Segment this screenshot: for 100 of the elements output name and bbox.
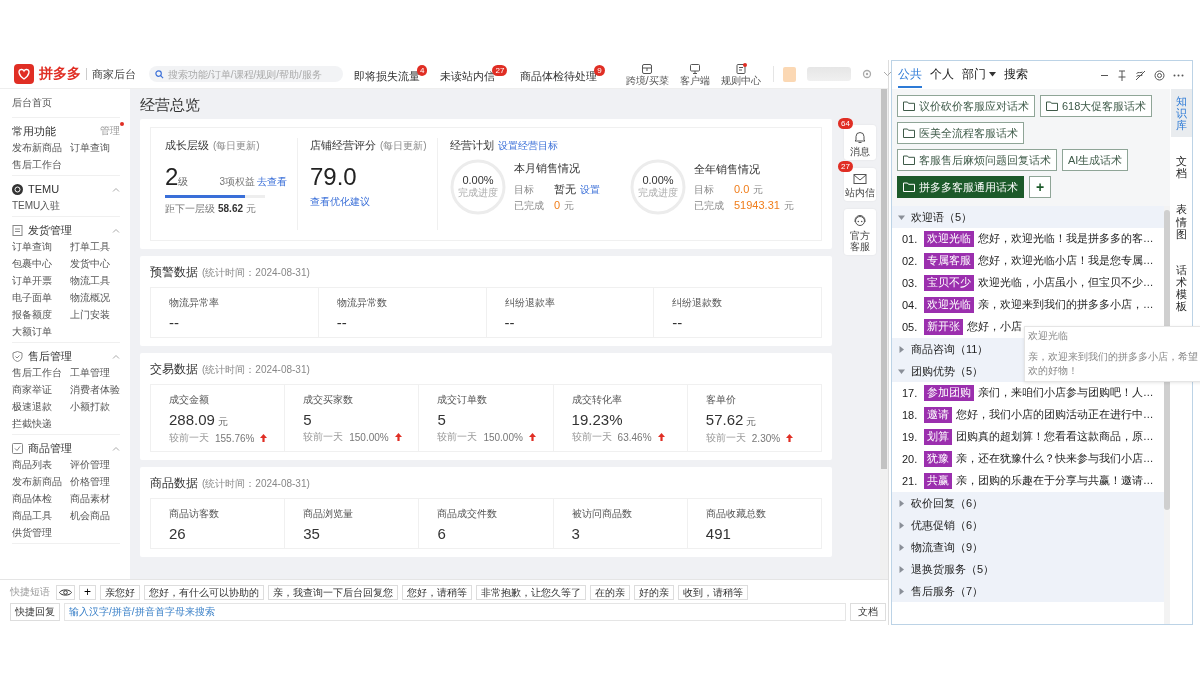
brand-name: 拼多多 [39,65,81,83]
item-number: 18. [902,409,919,421]
metric-label: 纠纷退款率 [504,296,556,310]
target-value: 0.0 [734,182,750,195]
target-label: 目标 [514,183,535,197]
metric-value: 35 [303,525,320,542]
card-title: 预警数据 [150,264,198,281]
count-badge: 64 [838,118,853,129]
benefits-label: 3项权益 [219,175,255,189]
metric-label: 商品浏览量 [303,507,355,521]
phrase-tag: 宝贝不少 [924,275,974,291]
change-percent: 63.46% [617,431,652,443]
unit-label: 元 [753,182,764,197]
metric-label: 物流异常数 [336,296,388,310]
item-number: 02. [902,255,919,267]
target-label: 目标 [694,182,715,197]
completed-value: 0 [554,199,561,211]
metric-value: 19.23% [571,411,623,428]
next-level-label: 距下一层级 [165,202,215,216]
metric-label: 客单价 [705,393,737,407]
count-badge: 27 [838,161,853,172]
item-number: 17. [902,387,919,399]
sales-title: 全年销售情况 [694,161,761,177]
phrase-tag: 欢迎光临 [924,297,974,313]
item-number: 20. [902,453,919,465]
metric-value: 5 [303,411,312,428]
card-title: 店铺经营评分 [310,138,376,153]
unit-label: 元 [217,415,228,429]
metric-value: -- [336,314,347,331]
growth-level-value: 2 [165,163,179,191]
group-title: 砍价回复（6） [911,495,984,511]
tooltip-text: 欢的好物！ [1028,364,1079,378]
group-title: 售后服务（7） [911,583,984,599]
item-number: 04. [902,299,919,311]
metric-label: 商品收藏总数 [705,507,767,521]
metric-value: 57.62 [705,411,744,428]
metric-value: -- [504,314,515,331]
group-title: 商品咨询（11） [911,341,989,357]
metric-label: 成交订单数 [437,393,489,407]
change-percent: 155.76% [215,432,255,444]
completed-value: 51943.31 [734,198,780,211]
unit-label: 元 [246,202,257,216]
change-percent: 150.00% [483,431,523,443]
card-title: 商品数据 [150,475,198,492]
target-value: 暂无 [554,182,576,197]
metric-label: 商品访客数 [169,507,220,521]
phrase-tag: 划算 [924,429,952,445]
item-number: 21. [902,475,919,487]
metric-value: 3 [571,525,580,542]
completion-percent: 0.00% [462,174,494,186]
stat-time-note: (统计时间：2024-08-31) [202,266,310,280]
quick-phrases-label: 快捷短语 [10,585,50,599]
unit-label: 元 [783,198,794,213]
metric-label: 成交金额 [169,393,210,407]
completion-label: 完成进度 [458,186,498,200]
brand-subtitle: 商家后台 [92,66,136,82]
change-percent: 2.30% [751,432,781,444]
metric-value: 26 [169,525,186,542]
unit-label: 级 [178,176,189,189]
stat-time-note: (统计时间：2024-08-31) [202,363,310,377]
completed-label: 已完成 [694,198,725,213]
metric-label: 成交买家数 [303,393,355,407]
phrase-tag: 犹豫 [924,451,952,467]
tooltip-title: 欢迎光临 [1028,329,1069,343]
metric-value: -- [672,314,683,331]
score-value: 79.0 [310,163,358,191]
metric-label: 物流异常率 [169,296,220,310]
phrase-text: 您好，欢迎光临小店！我是您专属… [978,254,1154,268]
item-number: 19. [902,431,919,443]
page-title: 经营总览 [140,95,201,115]
phrase-text: 亲，欢迎来到我们的拼多多小店，… [978,298,1154,312]
phrase-text: 您好，欢迎光临！我是拼多多的客… [978,232,1154,246]
group-title: 优惠促销（6） [911,517,984,533]
group-title: 欢迎语（5） [911,209,973,225]
metric-label: 成交转化率 [571,393,623,407]
metric-value: 288.09 [169,411,215,428]
stat-time-note: (统计时间：2024-08-31) [202,477,310,491]
next-level-amount: 58.62 [218,203,244,214]
card-title: 交易数据 [150,361,198,378]
metric-value: 491 [705,525,731,542]
phrase-text: 亲，还在犹豫什么？快来参与我们小店… [956,452,1154,466]
tooltip-text: 亲，欢迎来到我们的拼多多小店，希望 [1028,350,1199,364]
item-number: 05. [902,321,919,333]
group-title: 团购优势（5） [911,363,984,379]
metric-label: 被访问商品数 [571,507,633,521]
completion-label: 完成进度 [638,186,678,200]
sales-title: 本月销售情况 [514,161,581,176]
phrase-text: 您好，我们小店的团购活动正在进行中… [956,408,1154,422]
metric-value: 5 [437,411,446,428]
metric-label: 纠纷退款数 [672,296,724,310]
metric-label: 商品成交件数 [437,507,499,521]
update-note: (每日更新) [213,139,260,153]
phrase-tag: 新开张 [924,319,963,335]
item-number: 01. [902,233,919,245]
phrase-text: 亲们，来咱们小店参与团购吧！人… [978,386,1154,400]
phrase-tag: 共赢 [924,473,952,489]
group-title: 退换货服务（5） [911,561,995,577]
item-number: 03. [902,277,919,289]
phrase-text: 团购真的超划算！您看看这款商品，原… [956,430,1154,444]
change-percent: 150.00% [349,431,389,443]
